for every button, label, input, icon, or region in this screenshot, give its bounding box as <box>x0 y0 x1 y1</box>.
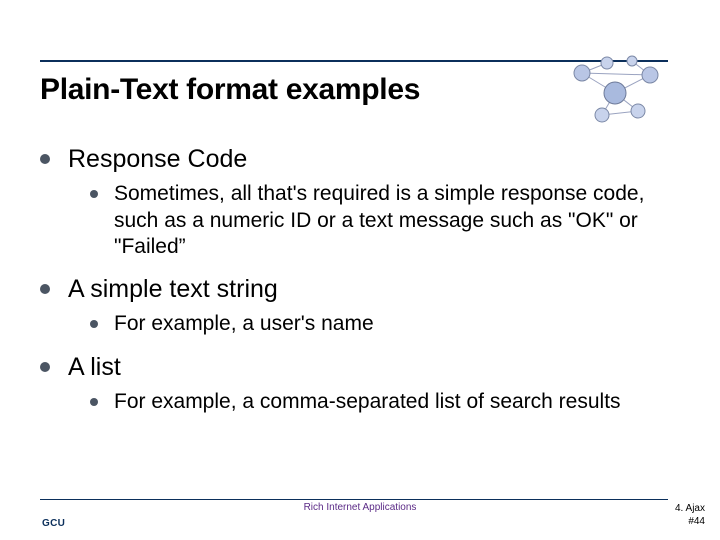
list-subitem: Sometimes, all that's required is a simp… <box>90 181 680 260</box>
footer-right: 4. Ajax #44 <box>675 503 705 528</box>
slide: Plain-Text format examples <box>0 0 720 540</box>
list-subitem: For example, a comma-separated list of s… <box>90 389 680 415</box>
bullet-icon <box>40 154 50 164</box>
item-subtext: Sometimes, all that's required is a simp… <box>114 181 674 260</box>
item-heading: A simple text string <box>68 274 278 305</box>
bullet-icon <box>90 398 98 406</box>
list-item: A simple text string <box>40 274 680 305</box>
item-subtext: For example, a comma-separated list of s… <box>114 389 621 415</box>
item-heading: Response Code <box>68 144 247 175</box>
item-subtext: For example, a user's name <box>114 311 374 337</box>
footer-chapter: 4. Ajax <box>675 503 705 516</box>
bullet-icon <box>90 320 98 328</box>
bullet-icon <box>90 190 98 198</box>
slide-title: Plain-Text format examples <box>40 73 420 107</box>
list-item: Response Code <box>40 144 680 175</box>
network-graphic <box>560 53 670 128</box>
list-item: A list <box>40 352 680 383</box>
gcu-logo: GCU <box>42 518 65 529</box>
footer-center-text: Rich Internet Applications <box>0 502 720 513</box>
list-subitem: For example, a user's name <box>90 311 680 337</box>
item-heading: A list <box>68 352 121 383</box>
bullet-icon <box>40 362 50 372</box>
slide-body: Response Code Sometimes, all that's requ… <box>40 130 680 421</box>
footer-page-number: #44 <box>675 516 705 529</box>
bottom-rule <box>40 499 668 500</box>
bullet-icon <box>40 284 50 294</box>
